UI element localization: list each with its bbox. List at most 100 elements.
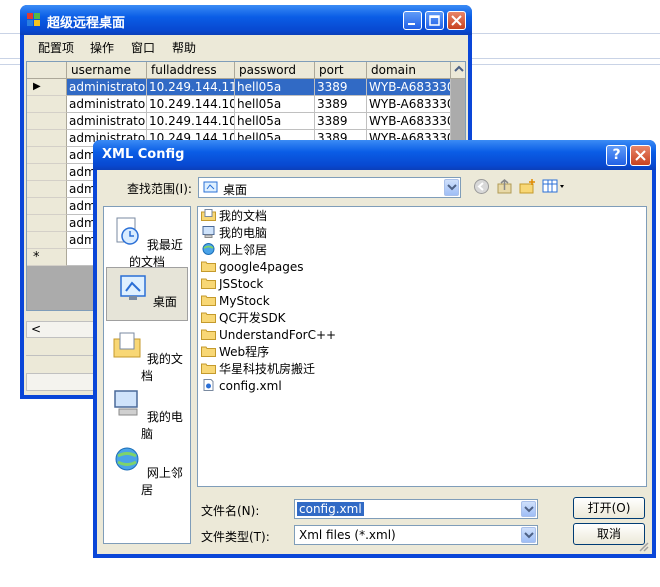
row-header[interactable] bbox=[27, 232, 67, 249]
cell-port[interactable]: 3389 bbox=[315, 113, 367, 130]
cell-password[interactable]: hell05a bbox=[235, 96, 315, 113]
row-header[interactable] bbox=[27, 198, 67, 215]
lookin-dropdown-button[interactable] bbox=[444, 179, 459, 196]
menu-config[interactable]: 配置项 bbox=[38, 39, 74, 56]
cell-fulladdress[interactable]: 10.249.144.101 bbox=[147, 96, 235, 113]
grid-corner bbox=[27, 62, 67, 79]
row-header[interactable] bbox=[27, 215, 67, 232]
row-header[interactable] bbox=[27, 130, 67, 147]
cell-username[interactable]: administrator bbox=[67, 79, 147, 96]
filetype-dropdown-button[interactable] bbox=[521, 527, 536, 543]
network-icon bbox=[201, 243, 219, 257]
cell-fulladdress[interactable]: 10.249.144.111 bbox=[147, 79, 235, 96]
view-menu-icon[interactable] bbox=[542, 178, 566, 195]
folder-icon bbox=[201, 362, 219, 376]
my-computer-icon bbox=[114, 390, 138, 416]
close-button[interactable] bbox=[447, 11, 466, 30]
file-name: 华星科技机房搬迁 bbox=[219, 362, 316, 376]
place-recent[interactable]: 我最近的文档 bbox=[106, 211, 188, 269]
main-window-title: 超级远程桌面 bbox=[47, 16, 126, 31]
file-name: MyStock bbox=[219, 294, 270, 308]
up-folder-icon[interactable] bbox=[496, 178, 513, 195]
file-item[interactable]: JSStock bbox=[201, 276, 263, 292]
cell-domain[interactable]: WYB-A68333015 bbox=[367, 96, 451, 113]
row-header[interactable] bbox=[27, 113, 67, 130]
menu-help[interactable]: 帮助 bbox=[172, 39, 196, 56]
cell-port[interactable]: 3389 bbox=[315, 79, 367, 96]
place-my-computer[interactable]: 我的电脑 bbox=[106, 383, 188, 441]
filetype-combo[interactable]: Xml files (*.xml) bbox=[294, 525, 538, 545]
filetype-label: 文件类型(T): bbox=[201, 530, 270, 544]
chevron-down-icon bbox=[523, 506, 534, 513]
file-item[interactable]: QC开发SDK bbox=[201, 310, 286, 326]
file-item[interactable]: MyStock bbox=[201, 293, 270, 309]
place-network[interactable]: 网上邻居 bbox=[106, 439, 188, 497]
file-item[interactable]: 网上邻居 bbox=[201, 242, 267, 258]
file-name: Web程序 bbox=[219, 345, 270, 359]
help-button[interactable]: ? bbox=[606, 145, 627, 166]
row-header[interactable] bbox=[27, 96, 67, 113]
places-bar: 我最近的文档 桌面 我的文档 我的电脑 网上邻居 bbox=[103, 206, 191, 544]
file-name: 我的文档 bbox=[219, 209, 268, 223]
file-name: 我的电脑 bbox=[219, 226, 268, 240]
row-header[interactable]: ▶ bbox=[27, 79, 67, 96]
menu-operation[interactable]: 操作 bbox=[90, 39, 114, 56]
file-item[interactable]: config.xml bbox=[201, 378, 282, 394]
dialog-title: XML Config bbox=[102, 147, 185, 162]
cell-password[interactable]: hell05a bbox=[235, 113, 315, 130]
resize-grip-icon[interactable] bbox=[637, 540, 649, 552]
scroll-left-button[interactable]: < bbox=[31, 322, 41, 336]
dialog-close-button[interactable] bbox=[630, 145, 651, 166]
column-header-domain[interactable]: domain bbox=[367, 62, 451, 79]
lookin-combo[interactable]: 桌面 bbox=[198, 177, 461, 198]
menu-bar: 配置项 操作 窗口 帮助 bbox=[24, 35, 468, 57]
open-button[interactable]: 打开(O) bbox=[573, 497, 645, 519]
place-label: 我的电脑 bbox=[140, 410, 183, 441]
file-name: JSStock bbox=[219, 277, 264, 291]
cancel-button[interactable]: 取消 bbox=[573, 523, 645, 545]
place-my-documents[interactable]: 我的文档 bbox=[106, 325, 188, 383]
minimize-button[interactable] bbox=[403, 11, 422, 30]
place-label: 网上邻居 bbox=[140, 466, 183, 497]
column-header-fulladdress[interactable]: fulladdress bbox=[147, 62, 235, 79]
cell-domain[interactable]: WYB-A68333015 bbox=[367, 79, 451, 96]
cell-password[interactable]: hell05a bbox=[235, 79, 315, 96]
filename-combo[interactable]: config.xml bbox=[294, 499, 538, 519]
dialog-titlebar[interactable]: XML Config ? bbox=[93, 140, 656, 170]
menu-window[interactable]: 窗口 bbox=[131, 39, 155, 56]
filename-input[interactable]: config.xml bbox=[297, 502, 364, 516]
cell-domain[interactable]: WYB-A68333015 bbox=[367, 113, 451, 130]
file-item[interactable]: 华星科技机房搬迁 bbox=[201, 361, 315, 377]
cell-port[interactable]: 3389 bbox=[315, 96, 367, 113]
file-list[interactable]: 我的文档我的电脑网上邻居 google4pages JSStock MyStock QC… bbox=[197, 206, 647, 487]
row-header[interactable] bbox=[27, 181, 67, 198]
file-item[interactable]: Web程序 bbox=[201, 344, 269, 360]
row-header[interactable] bbox=[27, 164, 67, 181]
cell-fulladdress[interactable]: 10.249.144.102 bbox=[147, 113, 235, 130]
column-header-username[interactable]: username bbox=[67, 62, 147, 79]
file-item[interactable]: UnderstandForC++ bbox=[201, 327, 336, 343]
lookin-label: 查找范围(I): bbox=[127, 182, 192, 196]
maximize-icon bbox=[429, 15, 440, 26]
dialog-client: 查找范围(I): 桌面 我最近的文档 桌面 我的文档 我的电脑 网上邻居 我的文… bbox=[97, 170, 652, 554]
file-item[interactable]: google4pages bbox=[201, 259, 304, 275]
back-icon[interactable] bbox=[473, 178, 490, 195]
place-label: 桌面 bbox=[152, 295, 177, 309]
file-item[interactable]: 我的文档 bbox=[201, 208, 267, 224]
place-desktop[interactable]: 桌面 bbox=[106, 267, 188, 321]
main-window-titlebar[interactable]: 超级远程桌面 bbox=[20, 5, 472, 35]
cell-username[interactable]: administrator bbox=[67, 113, 147, 130]
folder-icon bbox=[201, 345, 219, 359]
xml-file-icon bbox=[201, 379, 219, 393]
row-header[interactable] bbox=[27, 147, 67, 164]
scroll-up-button[interactable] bbox=[451, 62, 465, 79]
new-row-header[interactable]: * bbox=[27, 249, 67, 266]
column-header-port[interactable]: port bbox=[315, 62, 367, 79]
maximize-button[interactable] bbox=[425, 11, 444, 30]
filename-dropdown-button[interactable] bbox=[521, 501, 536, 517]
cell-username[interactable]: administrator bbox=[67, 96, 147, 113]
column-header-password[interactable]: password bbox=[235, 62, 315, 79]
chevron-down-icon bbox=[523, 532, 534, 539]
new-folder-icon[interactable] bbox=[519, 178, 536, 195]
file-item[interactable]: 我的电脑 bbox=[201, 225, 267, 241]
